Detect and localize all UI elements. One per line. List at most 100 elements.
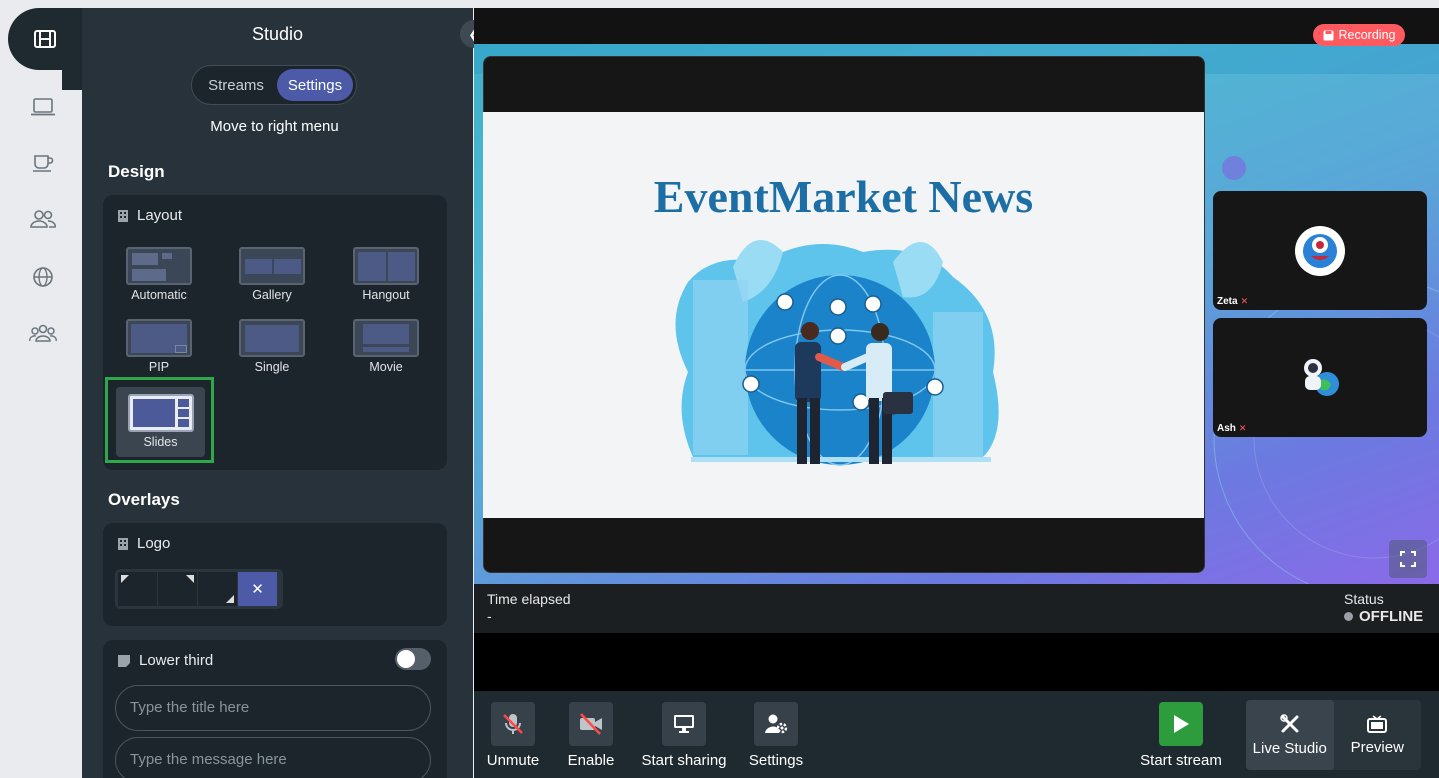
slide-illustration (675, 240, 999, 466)
status-dot (1344, 612, 1353, 621)
nav-item-studio[interactable] (8, 8, 82, 90)
preview-label: Preview (1350, 738, 1404, 756)
tab-streams[interactable]: Streams (195, 69, 277, 101)
logo-card: Logo ✕ (103, 523, 447, 626)
enable-camera-button[interactable]: Enable (562, 699, 620, 769)
participant-name-text: Zeta (1217, 296, 1238, 307)
mic-off-icon (503, 714, 523, 734)
layout-label-single: Single (254, 360, 290, 374)
note-icon (118, 654, 130, 667)
logo-remove-icon[interactable]: ✕ (238, 572, 277, 606)
save-icon (1323, 30, 1333, 40)
status-label: Status (1344, 591, 1384, 607)
live-studio-button[interactable]: Live Studio (1246, 700, 1334, 770)
layout-automatic[interactable]: Automatic (119, 247, 199, 302)
time-elapsed-value: - (487, 608, 492, 624)
layout-label-automatic: Automatic (131, 288, 187, 302)
control-bar: Unmute Enable Start sharing Settings Sta… (474, 691, 1439, 778)
avatar (1295, 226, 1345, 276)
settings-button[interactable]: Settings (746, 699, 806, 769)
layout-single[interactable]: Single (232, 319, 312, 374)
layout-hangout[interactable]: Hangout (346, 247, 426, 302)
lower-third-title-input[interactable]: Type the title here (115, 685, 431, 731)
left-nav (0, 0, 82, 778)
overlays-heading: Overlays (108, 490, 180, 509)
start-sharing-label: Start sharing (641, 752, 727, 769)
logo-pos-top-right[interactable] (158, 572, 197, 606)
layout-pip[interactable]: PIP (119, 319, 199, 374)
participant-tile-ash[interactable]: Ash ✕ (1213, 318, 1427, 437)
layout-slides[interactable]: Slides (116, 387, 205, 457)
time-elapsed-label: Time elapsed (487, 591, 571, 607)
lower-third-toggle[interactable] (395, 648, 431, 670)
layout-gallery[interactable]: Gallery (232, 247, 312, 302)
user-gear-icon (765, 714, 788, 734)
enable-label: Enable (567, 752, 615, 769)
layout-thumb (239, 319, 305, 357)
layout-label-gallery: Gallery (252, 288, 292, 302)
layout-label-movie: Movie (369, 360, 403, 374)
layout-thumb (353, 247, 419, 285)
tools-icon (1280, 713, 1299, 732)
start-sharing-button[interactable]: Start sharing (638, 699, 730, 769)
avatar (1304, 359, 1339, 396)
unmute-label: Unmute (486, 752, 540, 769)
layout-label-pip: PIP (148, 360, 170, 374)
status-value: OFFLINE (1359, 608, 1424, 625)
status-indicator: OFFLINE (1344, 608, 1423, 625)
lower-third-label: Lower third (139, 652, 214, 669)
logo-position-group: ✕ (115, 569, 283, 609)
mic-off-icon: ✕ (1238, 423, 1247, 433)
play-icon (1174, 715, 1189, 733)
panel-title: Studio (251, 24, 304, 44)
participant-name: Zeta ✕ (1217, 296, 1248, 307)
layout-thumb (353, 319, 419, 357)
move-to-right-menu-link[interactable]: Move to right menu (82, 118, 467, 135)
layout-label-hangout: Hangout (362, 288, 410, 302)
layout-thumb (127, 394, 194, 432)
layout-label: Layout (137, 207, 183, 224)
panel-tabs: Streams Settings (191, 65, 357, 105)
enable-icon-box (569, 702, 613, 746)
view-switch: Live Studio Preview (1246, 700, 1421, 770)
stream-info-bar: Time elapsed - Status OFFLINE (474, 584, 1439, 633)
preview-button[interactable]: Preview (1334, 700, 1422, 770)
fullscreen-button[interactable] (1389, 540, 1427, 578)
start-stream-button[interactable]: Start stream (1138, 699, 1224, 769)
logo-pos-top-left[interactable] (118, 572, 157, 606)
users-icon[interactable] (29, 208, 57, 230)
building-icon (118, 537, 128, 550)
layout-thumb (126, 247, 192, 285)
participant-name: Ash ✕ (1217, 423, 1246, 434)
design-heading: Design (108, 162, 165, 181)
mic-off-icon: ✕ (1240, 296, 1249, 306)
monitor-icon (674, 715, 694, 733)
film-icon (34, 30, 56, 48)
recording-badge[interactable]: Recording (1313, 24, 1405, 46)
lower-third-card: Lower third Type the title here Type the… (103, 640, 447, 778)
coffee-icon[interactable] (29, 152, 57, 174)
shared-slide: EventMarket News (483, 112, 1204, 518)
layout-thumb (239, 247, 305, 285)
fullscreen-icon (1400, 551, 1416, 567)
sharing-icon-box (662, 702, 706, 746)
layout-label-slides: Slides (143, 435, 178, 449)
tv-icon (1367, 714, 1388, 733)
start-stream-icon-box (1159, 702, 1203, 746)
start-stream-label: Start stream (1140, 752, 1222, 769)
group-icon[interactable] (29, 322, 57, 344)
tab-settings[interactable]: Settings (277, 69, 353, 101)
recording-label: Recording (1338, 28, 1396, 42)
globe-icon[interactable] (29, 266, 57, 288)
building-icon (118, 209, 128, 222)
lower-third-message-input[interactable]: Type the message here (115, 737, 431, 778)
unmute-button[interactable]: Unmute (484, 699, 542, 769)
studio-panel: Studio Streams Settings Move to right me… (82, 8, 473, 778)
laptop-icon[interactable] (29, 96, 57, 118)
layout-movie[interactable]: Movie (346, 319, 426, 374)
camera-off-icon (580, 713, 602, 735)
participant-name-text: Ash (1217, 423, 1236, 434)
participant-tile-zeta[interactable]: Zeta ✕ (1213, 191, 1427, 310)
settings-icon-box (754, 702, 798, 746)
logo-pos-bottom-right[interactable] (198, 572, 237, 606)
